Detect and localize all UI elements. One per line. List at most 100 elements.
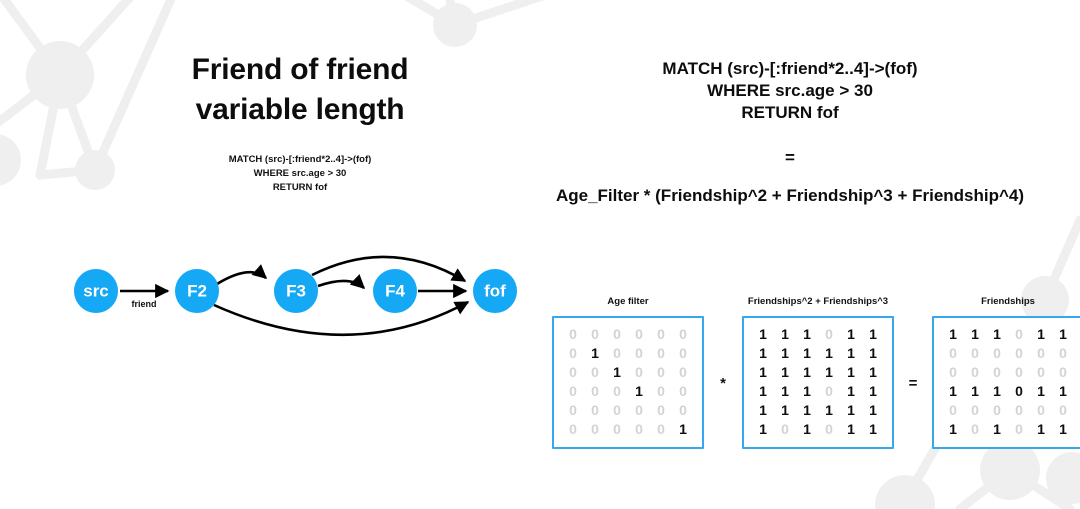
cypher-query-small-return: RETURN fof bbox=[272, 181, 328, 193]
matrix-cell: 0 bbox=[993, 402, 1001, 418]
matrix-cell: 1 bbox=[869, 383, 877, 399]
slide-canvas: Friend of friend variable length MATCH (… bbox=[0, 0, 1080, 509]
matrix-cell: 0 bbox=[657, 421, 665, 437]
matrix-cell: 0 bbox=[591, 364, 599, 380]
matrix-cell: 1 bbox=[847, 326, 855, 342]
matrix-cell: 1 bbox=[847, 402, 855, 418]
node-label-f3: F3 bbox=[286, 282, 306, 301]
matrix-cell: 0 bbox=[1015, 421, 1023, 437]
matrix-cell: 1 bbox=[759, 421, 767, 437]
matrix-age-filter: Age filter 00000001000000100000010000000… bbox=[552, 296, 704, 449]
matrix-cell: 0 bbox=[613, 383, 621, 399]
matrix-cell: 0 bbox=[679, 383, 687, 399]
matrix-cell: 0 bbox=[679, 402, 687, 418]
matrix-cell: 1 bbox=[781, 364, 789, 380]
matrix-cell: 0 bbox=[949, 402, 957, 418]
graph-node-f3: F3 bbox=[274, 269, 318, 313]
matrix-cell: 0 bbox=[949, 364, 957, 380]
cypher-query-large-where: WHERE src.age > 30 bbox=[707, 81, 873, 101]
matrix-cell: 0 bbox=[657, 345, 665, 361]
page-title: Friend of friend variable length bbox=[120, 50, 480, 129]
edge-f2-to-f3 bbox=[216, 264, 268, 286]
matrix-cell: 0 bbox=[679, 326, 687, 342]
cypher-query-large-return: RETURN fof bbox=[741, 103, 839, 123]
matrix-friendships-powers: Friendships^2 + Friendships^3 1110111111… bbox=[742, 296, 894, 449]
matrix-cell: 0 bbox=[569, 421, 577, 437]
matrix-cell: 0 bbox=[971, 345, 979, 361]
node-label-fof: fof bbox=[484, 282, 506, 301]
matrix-cell: 1 bbox=[635, 383, 643, 399]
matrix-equation-row: Age filter 00000001000000100000010000000… bbox=[552, 296, 1080, 449]
matrix-cell: 1 bbox=[679, 421, 687, 437]
matrix-grid-age-filter: 000000010000001000000100000000000001 bbox=[562, 325, 694, 439]
operator-equals: = bbox=[908, 375, 918, 392]
matrix-cell: 1 bbox=[1059, 383, 1067, 399]
matrix-grid-friendships-powers: 111011111111111111111011111111101011 bbox=[752, 325, 884, 439]
matrix-cell: 0 bbox=[1059, 402, 1067, 418]
matrix-cell: 0 bbox=[1037, 345, 1045, 361]
graph-node-f2: F2 bbox=[175, 269, 219, 313]
matrix-cell: 0 bbox=[613, 326, 621, 342]
matrix-cell: 1 bbox=[993, 326, 1001, 342]
matrix-cell: 1 bbox=[847, 364, 855, 380]
matrix-cell: 0 bbox=[1037, 364, 1045, 380]
matrix-cell: 1 bbox=[781, 383, 789, 399]
matrix-cell: 0 bbox=[657, 326, 665, 342]
matrix-cell: 0 bbox=[825, 421, 833, 437]
matrix-box-age-filter[interactable]: 000000010000001000000100000000000001 bbox=[552, 316, 704, 449]
matrix-cell: 0 bbox=[569, 383, 577, 399]
matrix-cell: 1 bbox=[613, 364, 621, 380]
matrix-cell: 0 bbox=[825, 383, 833, 399]
matrix-cell: 0 bbox=[679, 345, 687, 361]
page-title-line-1: Friend of friend bbox=[191, 53, 409, 86]
matrix-cell: 1 bbox=[803, 364, 811, 380]
linear-algebra-expression: Age_Filter * (Friendship^2 + Friendship^… bbox=[555, 186, 1025, 205]
matrix-cell: 0 bbox=[1015, 326, 1023, 342]
matrix-cell: 1 bbox=[803, 402, 811, 418]
matrix-cell: 0 bbox=[1037, 402, 1045, 418]
matrix-cell: 1 bbox=[869, 421, 877, 437]
matrix-cell: 1 bbox=[1037, 421, 1045, 437]
matrix-cell: 1 bbox=[1037, 383, 1045, 399]
matrix-cell: 1 bbox=[869, 402, 877, 418]
node-label-f2: F2 bbox=[187, 282, 207, 301]
matrix-cell: 1 bbox=[949, 421, 957, 437]
matrix-cell: 1 bbox=[1059, 326, 1067, 342]
matrix-cell: 0 bbox=[781, 421, 789, 437]
matrix-cell: 0 bbox=[635, 326, 643, 342]
matrix-cell: 1 bbox=[993, 421, 1001, 437]
matrix-grid-friendships-result: 111011000000000000111011000000101011 bbox=[942, 325, 1074, 439]
edge-f2-to-fof bbox=[213, 300, 470, 337]
matrix-cell: 1 bbox=[825, 402, 833, 418]
cypher-query-small-match: MATCH (src)-[:friend*2..4]->(fof) bbox=[228, 154, 372, 165]
matrix-cell: 1 bbox=[781, 345, 789, 361]
matrix-cell: 1 bbox=[759, 345, 767, 361]
node-label-f4: F4 bbox=[385, 282, 405, 301]
matrix-cell: 1 bbox=[759, 402, 767, 418]
equation-equals-sign: = bbox=[785, 148, 795, 167]
matrix-cell: 1 bbox=[803, 326, 811, 342]
matrix-cell: 0 bbox=[635, 364, 643, 380]
matrix-cell: 0 bbox=[657, 402, 665, 418]
matrix-box-friendships-powers[interactable]: 111011111111111111111011111111101011 bbox=[742, 316, 894, 449]
page-title-line-2: variable length bbox=[195, 92, 405, 126]
matrix-cell: 0 bbox=[1015, 402, 1023, 418]
matrix-cell: 0 bbox=[613, 402, 621, 418]
matrix-cell: 0 bbox=[679, 364, 687, 380]
matrix-cell: 1 bbox=[869, 364, 877, 380]
matrix-cell: 0 bbox=[949, 345, 957, 361]
matrix-cell: 0 bbox=[1015, 364, 1023, 380]
matrix-cell: 1 bbox=[993, 383, 1001, 399]
matrix-cell: 0 bbox=[569, 402, 577, 418]
matrix-cell: 1 bbox=[869, 345, 877, 361]
matrix-cell: 0 bbox=[613, 421, 621, 437]
matrix-cell: 1 bbox=[1037, 326, 1045, 342]
matrix-cell: 1 bbox=[591, 345, 599, 361]
matrix-box-friendships-result[interactable]: 111011000000000000111011000000101011 bbox=[932, 316, 1080, 449]
matrix-cell: 1 bbox=[759, 364, 767, 380]
matrix-cell: 0 bbox=[971, 364, 979, 380]
matrix-caption-friendships-result: Friendships bbox=[981, 296, 1035, 307]
matrix-cell: 1 bbox=[759, 326, 767, 342]
matrix-cell: 1 bbox=[847, 383, 855, 399]
matrix-cell: 0 bbox=[993, 364, 1001, 380]
